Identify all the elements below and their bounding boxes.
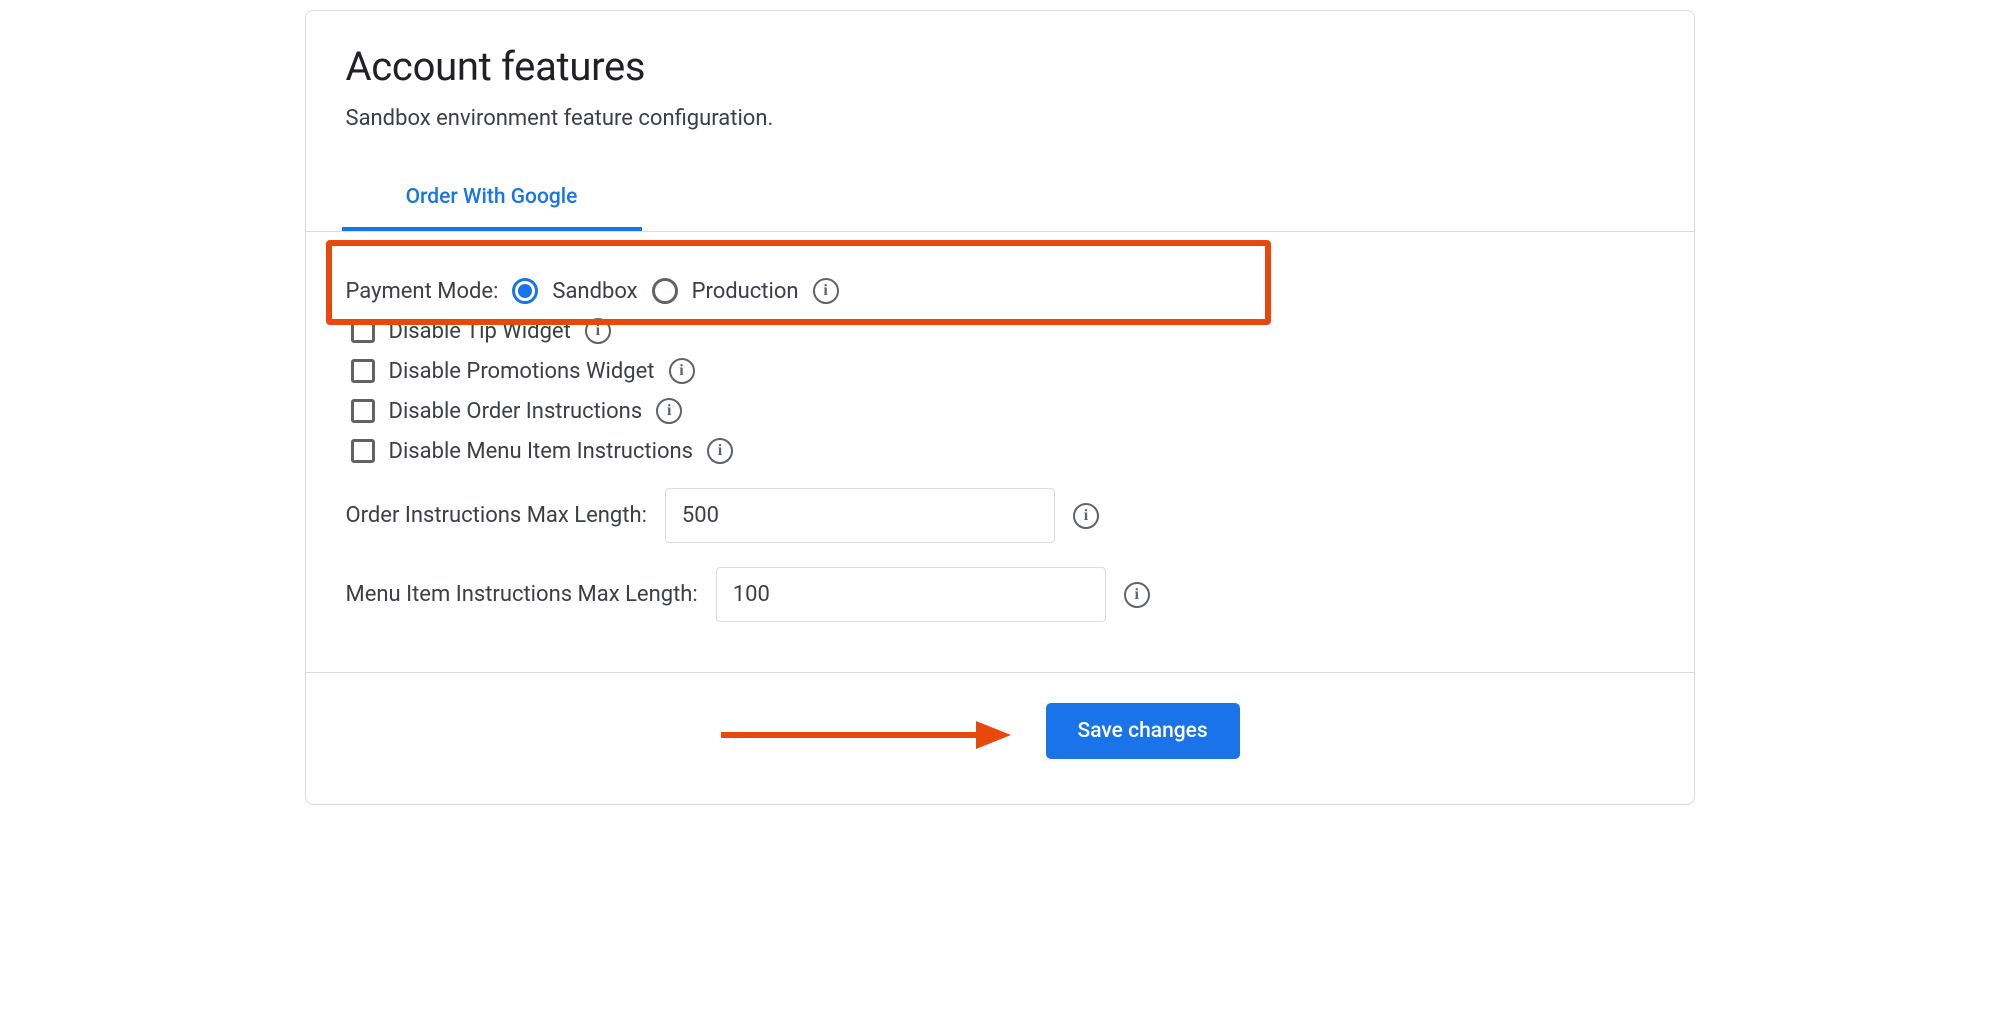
page-subtitle: Sandbox environment feature configuratio… [346,106,1654,131]
payment-mode-row: Payment Mode: Sandbox Production [346,278,1654,304]
panel-footer: Save changes [306,672,1694,804]
checkbox-disable-order-instructions[interactable] [351,399,375,423]
checkbox-label: Disable Menu Item Instructions [389,439,694,464]
info-icon[interactable] [707,438,733,464]
checkbox-disable-menu-item-instructions[interactable] [351,439,375,463]
disable-promotions-widget-row: Disable Promotions Widget [346,358,1654,384]
payment-mode-label: Payment Mode: [346,279,499,304]
disable-tip-widget-row: Disable Tip Widget [346,318,1654,344]
arrow-annotation-icon [716,715,1011,755]
disable-menu-item-instructions-row: Disable Menu Item Instructions [346,438,1654,464]
save-changes-button[interactable]: Save changes [1046,703,1240,759]
checkbox-label: Disable Order Instructions [389,399,643,424]
info-icon[interactable] [656,398,682,424]
info-icon[interactable] [585,318,611,344]
order-max-length-label: Order Instructions Max Length: [346,503,647,528]
radio-production[interactable] [652,278,678,304]
checkbox-label: Disable Promotions Widget [389,359,655,384]
menu-max-length-row: Menu Item Instructions Max Length: [346,567,1654,622]
info-icon[interactable] [669,358,695,384]
account-features-panel: Account features Sandbox environment fea… [305,10,1695,805]
info-icon[interactable] [1073,503,1099,529]
checkbox-label: Disable Tip Widget [389,319,571,344]
order-max-length-input[interactable] [665,488,1055,543]
menu-max-length-label: Menu Item Instructions Max Length: [346,582,698,607]
disable-order-instructions-row: Disable Order Instructions [346,398,1654,424]
radio-production-label: Production [692,279,799,304]
order-max-length-row: Order Instructions Max Length: [346,488,1654,543]
info-icon[interactable] [1124,582,1150,608]
tab-content: Payment Mode: Sandbox Production Disable… [306,232,1694,672]
radio-sandbox-label: Sandbox [552,279,637,304]
tabs-bar: Order With Google [306,171,1694,232]
radio-sandbox[interactable] [512,278,538,304]
tab-order-with-google[interactable]: Order With Google [342,171,642,231]
page-title: Account features [346,43,1654,90]
menu-max-length-input[interactable] [716,567,1106,622]
checkbox-disable-promotions-widget[interactable] [351,359,375,383]
info-icon[interactable] [813,278,839,304]
panel-header: Account features Sandbox environment fea… [306,11,1694,131]
checkbox-disable-tip-widget[interactable] [351,319,375,343]
